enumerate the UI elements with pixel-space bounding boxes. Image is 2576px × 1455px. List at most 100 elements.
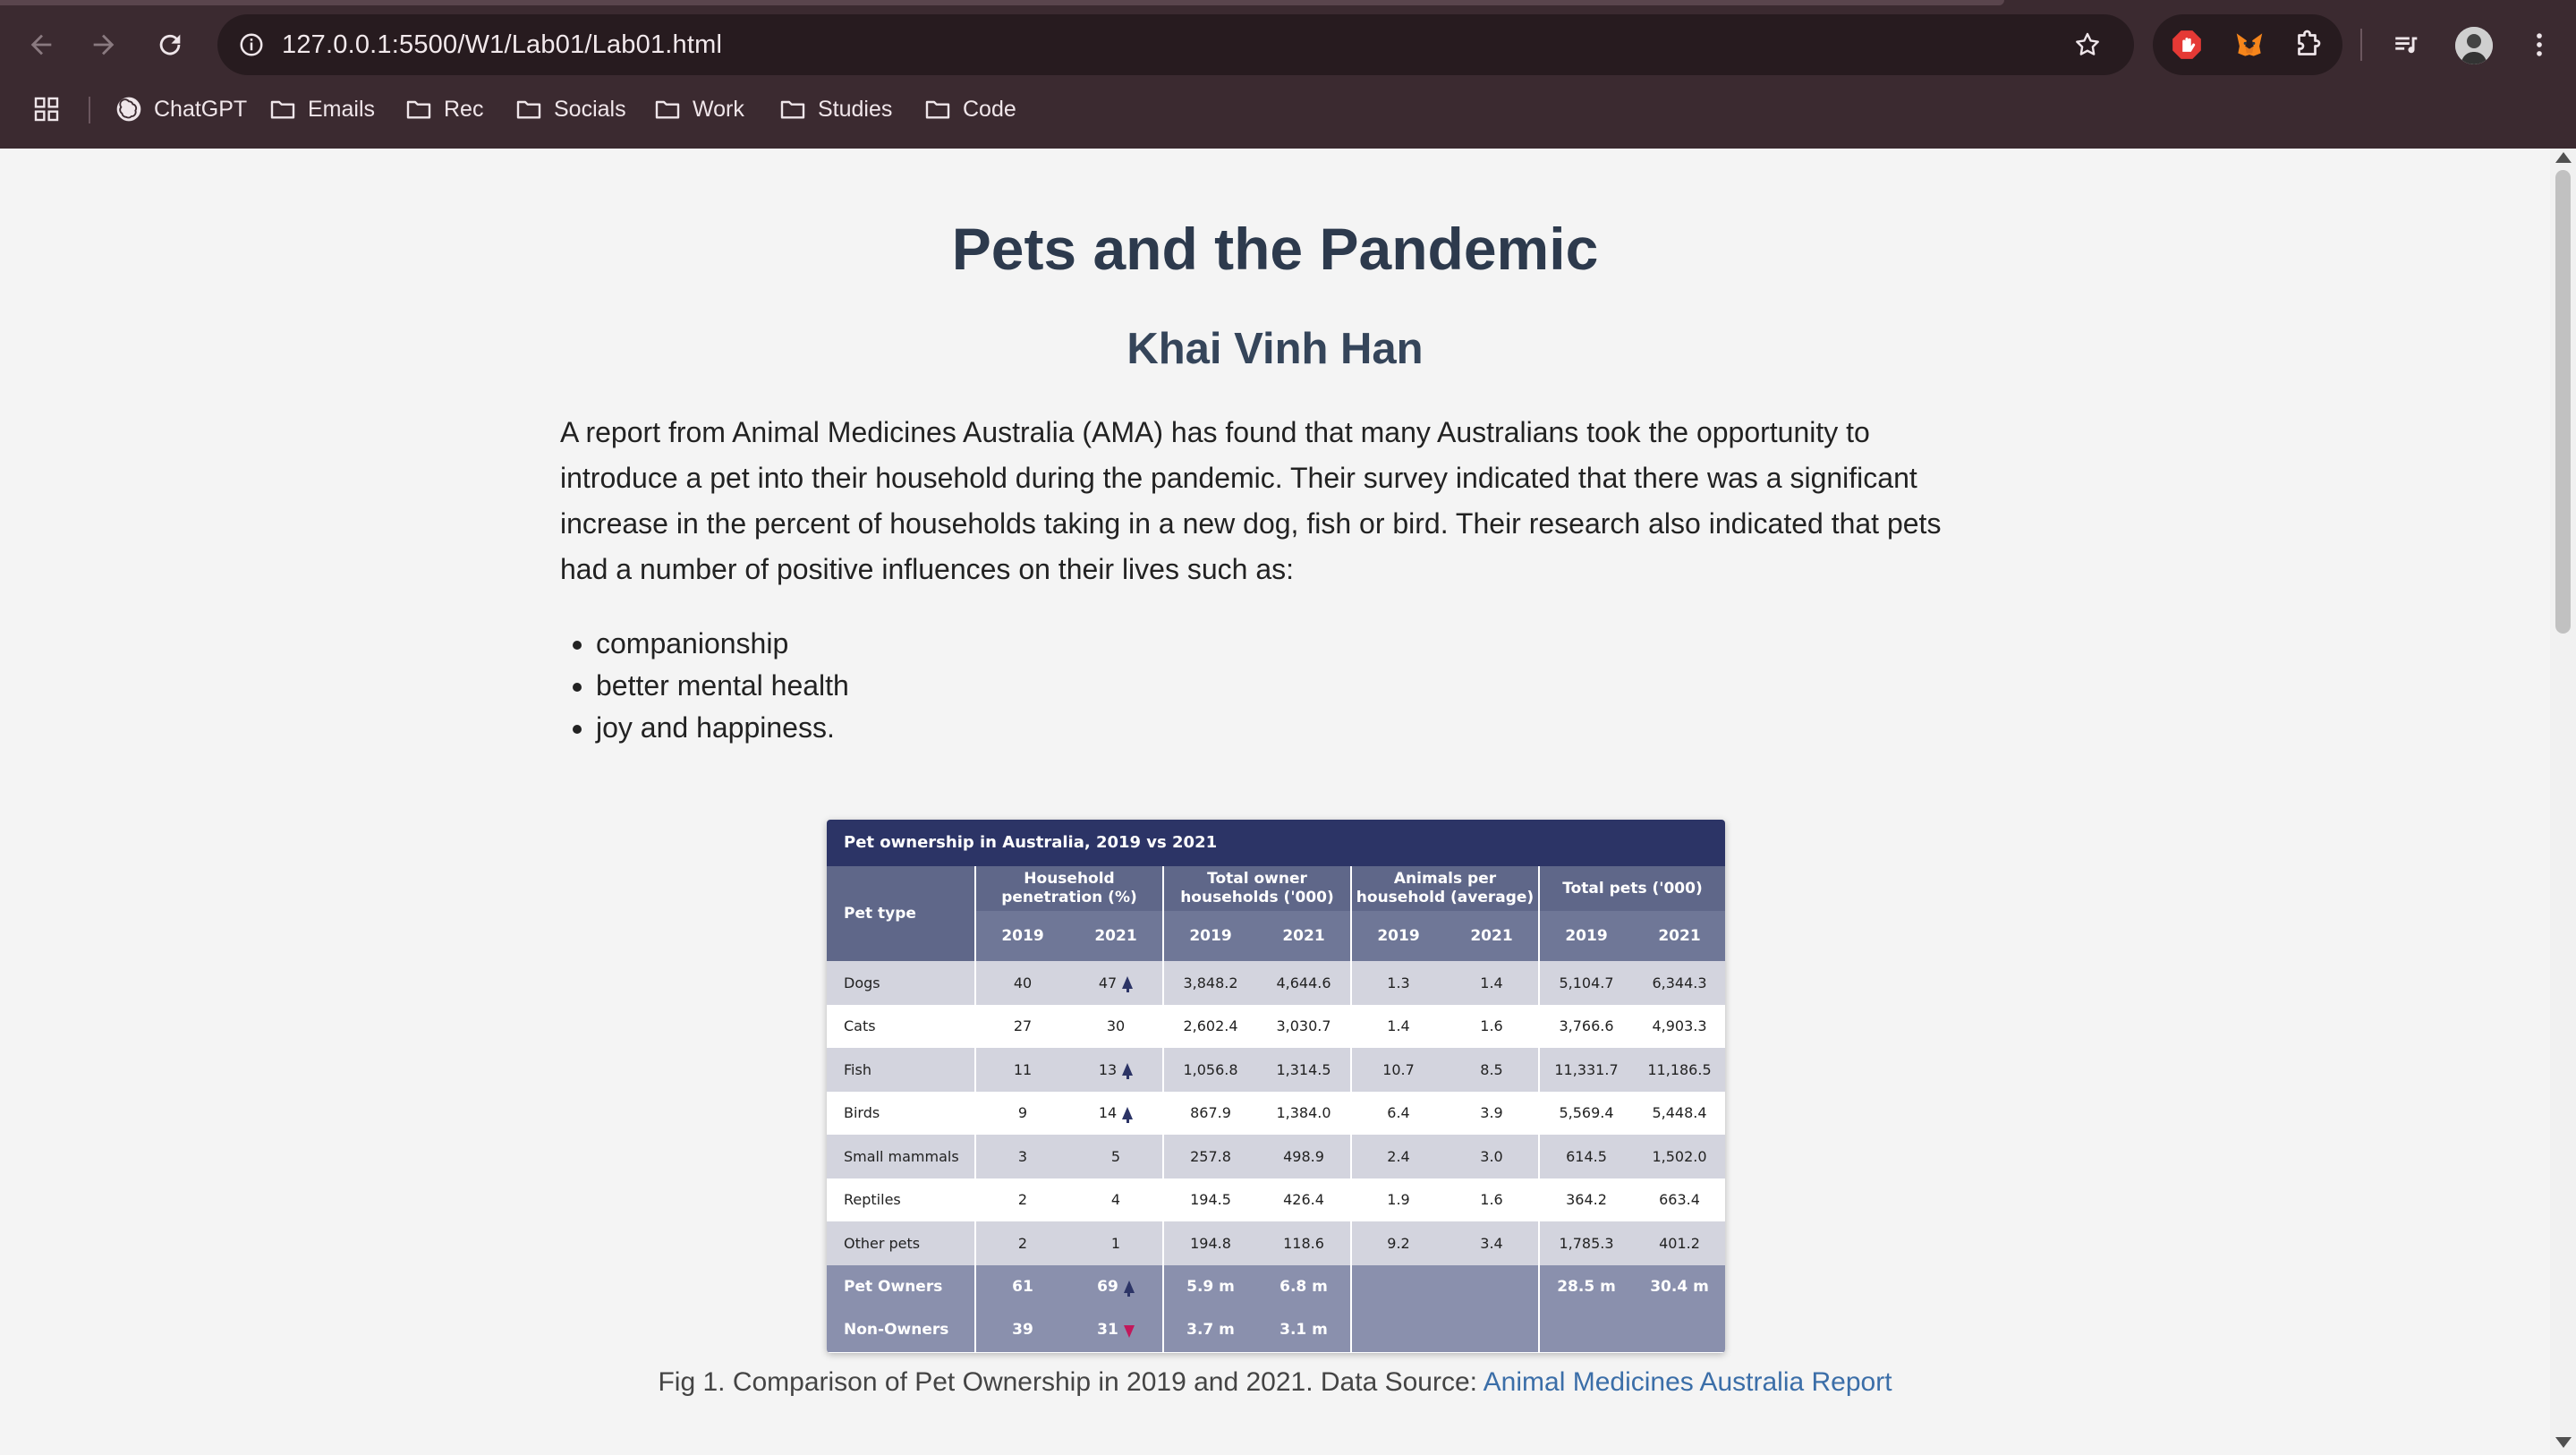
site-info-icon[interactable] [230,23,273,66]
pet-type-cell: Fish [844,1060,871,1078]
table-cell: 6.8 m [1257,1265,1350,1309]
table-cell: 401.2 [1633,1221,1725,1265]
table-cell: 1,384.0 [1257,1092,1350,1136]
cell-value: 6.4 [1387,1104,1410,1122]
pet-type-cell: Other pets [844,1234,921,1252]
table-cell: 3.9 [1445,1092,1538,1136]
table-cell: 9.2 [1352,1221,1445,1265]
source-link[interactable]: Animal Medicines Australia Report [1484,1367,1892,1397]
cell-value: 5,569.4 [1559,1104,1614,1122]
cell-value: 47 [1098,974,1118,991]
table-cell: 257.8 [1164,1135,1257,1178]
table-cell: 3.1 m [1257,1308,1350,1352]
cell-value: 194.5 [1190,1191,1231,1209]
cell-value: 1.6 [1480,1191,1503,1209]
table-cell: 194.8 [1164,1221,1257,1265]
group-header: Animals per household (average) [1356,870,1535,906]
table-cell: 31 [1069,1308,1162,1352]
table-cell: 3.4 [1445,1221,1538,1265]
table-cell: 1,502.0 [1633,1135,1725,1178]
cell-value: 663.4 [1659,1191,1700,1209]
figure-title: Pet ownership in Australia, 2019 vs 2021 [827,820,1725,866]
media-playlist-icon[interactable] [2385,23,2428,66]
bookmark-star-icon[interactable] [2066,23,2109,66]
table-cell: 30.4 m [1633,1265,1725,1309]
folder-icon [406,100,431,119]
table-cell: 2 [976,1221,1069,1265]
table-row: Pet Owners 61 69 5.9 m 6.8 m 28.5 m 30.4 m [827,1264,1725,1309]
cell-value: 4 [1110,1191,1121,1209]
intro-paragraph: A report from Animal Medicines Australia… [560,416,1942,585]
table-cell [1352,1265,1445,1309]
apps-grid-icon[interactable] [32,86,72,132]
cell-value: 1,502.0 [1652,1147,1707,1165]
pet-type-cell: Cats [844,1017,876,1035]
cell-value: 4,644.6 [1276,974,1331,991]
table-cell [1445,1308,1538,1352]
url-text[interactable]: 127.0.0.1:5500/W1/Lab01/Lab01.html [282,14,722,75]
metamask-extension-icon[interactable] [2228,23,2271,66]
scroll-down-arrow[interactable] [2555,1437,2572,1448]
column-divider [974,866,976,1353]
profile-avatar[interactable] [2455,27,2493,64]
cell-value: 11,186.5 [1647,1060,1712,1078]
tab-strip [0,0,2004,5]
table-cell: 27 [976,1005,1069,1049]
table-cell: 39 [976,1308,1069,1352]
bookmark-socials[interactable]: Socials [514,86,626,132]
table-cell: 6.4 [1352,1092,1445,1136]
table-cell: 6,344.3 [1633,961,1725,1005]
reload-button[interactable] [149,23,191,66]
table-cell: 11 [976,1048,1069,1092]
bookmarks-bar: ChatGPT Emails Rec Socials Work Studies … [0,86,2576,132]
cell-value: 364.2 [1566,1191,1607,1209]
cell-value: 28.5 m [1557,1277,1616,1296]
bookmark-code[interactable]: Code [923,86,1016,132]
bookmark-emails[interactable]: Emails [268,86,375,132]
table-cell: 4,644.6 [1257,961,1350,1005]
cell-value: 2 [1017,1234,1028,1252]
group-header: Total owner households ('000) [1180,870,1334,906]
author-name: Khai Vinh Han [1126,325,1424,373]
cell-value: 9 [1017,1104,1028,1122]
back-button[interactable] [20,23,63,66]
year-header: 2021 [1094,927,1137,945]
table-cell: 614.5 [1540,1135,1633,1178]
adblock-extension-icon[interactable] [2165,23,2208,66]
bookmark-studies[interactable]: Studies [778,86,892,132]
cell-value: 1.4 [1480,974,1503,991]
cell-value: 1,785.3 [1559,1234,1614,1252]
list-item: companionship [596,623,849,665]
table-cell: 47 [1069,961,1162,1005]
table-cell: 5.9 m [1164,1265,1257,1309]
address-bar[interactable]: 127.0.0.1:5500/W1/Lab01/Lab01.html [217,14,2134,75]
bookmark-chatgpt[interactable]: ChatGPT [115,86,247,132]
scroll-up-arrow[interactable] [2555,152,2572,163]
table-cell: 1.4 [1445,961,1538,1005]
pet-ownership-figure: Pet ownership in Australia, 2019 vs 2021… [827,820,1725,1353]
cell-value: 30.4 m [1650,1277,1709,1296]
bookmark-work[interactable]: Work [653,86,744,132]
table-cell: 30 [1069,1005,1162,1049]
table-cell: 3,030.7 [1257,1005,1350,1049]
table-cell: 14 [1069,1092,1162,1136]
bookmarks-divider [89,97,90,123]
toolbar-divider [2360,29,2362,61]
group-header: Household penetration (%) [1001,870,1137,906]
table-row: Dogs 40 47 3,848.2 4,644.6 1.3 1.4 5,104.7 6,344… [827,961,1725,1005]
table-cell: 28.5 m [1540,1265,1633,1309]
list-item: joy and happiness. [596,707,849,749]
table-cell: 3,766.6 [1540,1005,1633,1049]
cell-value: 6.8 m [1279,1277,1328,1296]
year-header: 2019 [1565,927,1608,945]
forward-button[interactable] [82,23,125,66]
scrollbar-thumb[interactable] [2555,170,2571,634]
cell-value: 118.6 [1283,1234,1324,1252]
puzzle-extension-icon[interactable] [2287,23,2330,66]
table-cell: 3.0 [1445,1135,1538,1178]
kebab-menu-icon[interactable] [2518,23,2561,66]
cell-value: 614.5 [1566,1147,1607,1165]
bookmark-rec[interactable]: Rec [404,86,483,132]
arrow-up-icon [1122,976,1134,993]
arrow-left-icon [30,34,52,55]
